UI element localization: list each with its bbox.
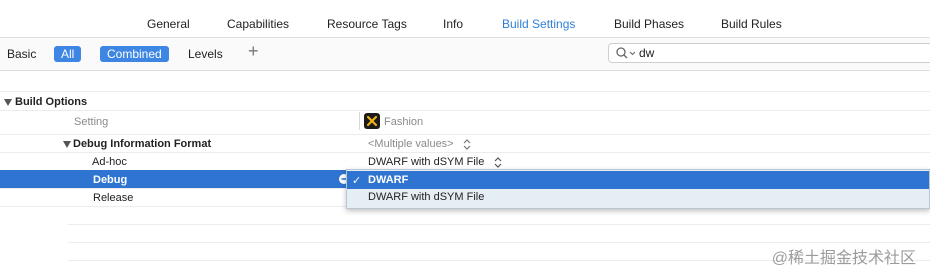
config-name-release: Release [93,192,134,204]
divider [68,224,930,225]
tab-info[interactable]: Info [443,17,463,31]
setting-column-header: Setting [74,116,109,128]
tab-general[interactable]: General [147,17,190,31]
section-title: Build Options [15,96,88,108]
checkmark-icon: ✓ [352,175,362,187]
tab-capabilities[interactable]: Capabilities [227,17,289,31]
config-name-adhoc: Ad-hoc [92,156,127,168]
tab-build-phases[interactable]: Build Phases [614,17,684,31]
search-input[interactable] [639,45,919,61]
filter-bar: Basic All Combined Levels + [0,38,930,70]
divider [0,91,930,92]
value-popup-menu: ✓ DWARF DWARF with dSYM File [346,169,930,209]
stepper-icon[interactable] [494,157,502,168]
all-filter-button[interactable]: All [54,46,82,62]
divider [0,70,930,71]
config-value-adhoc[interactable]: DWARF with dSYM File [368,156,484,168]
combined-filter-button[interactable]: Combined [100,46,169,62]
setting-name: Debug Information Format [73,138,212,150]
search-field[interactable] [608,43,930,63]
column-divider [359,112,360,130]
menu-item-dwarf-dsym[interactable]: DWARF with dSYM File [347,189,929,207]
divider [0,110,930,111]
add-setting-button[interactable]: + [248,41,259,62]
watermark: @稀土掘金技术社区 [771,250,916,267]
setting-value[interactable]: <Multiple values> [368,138,454,150]
tab-build-rules[interactable]: Build Rules [721,17,782,31]
divider [68,242,930,243]
disclosure-triangle-icon[interactable] [63,141,71,148]
stepper-icon[interactable] [463,139,471,150]
editor-tab-bar: General Capabilities Resource Tags Info … [0,0,930,37]
basic-filter-button[interactable]: Basic [7,46,36,62]
divider [0,152,930,153]
fashion-app-icon [364,113,380,129]
config-name-debug: Debug [93,174,128,186]
tab-build-settings[interactable]: Build Settings [502,17,575,31]
menu-item-dwarf[interactable]: ✓ DWARF [347,171,929,189]
tab-resource-tags[interactable]: Resource Tags [327,17,407,31]
target-column-header: Fashion [384,116,424,128]
disclosure-triangle-icon[interactable] [4,99,12,106]
menu-item-label: DWARF [368,174,409,186]
menu-item-label: DWARF with dSYM File [368,191,485,203]
levels-filter-button[interactable]: Levels [188,46,223,62]
divider [0,134,930,135]
search-icon[interactable] [615,46,637,60]
